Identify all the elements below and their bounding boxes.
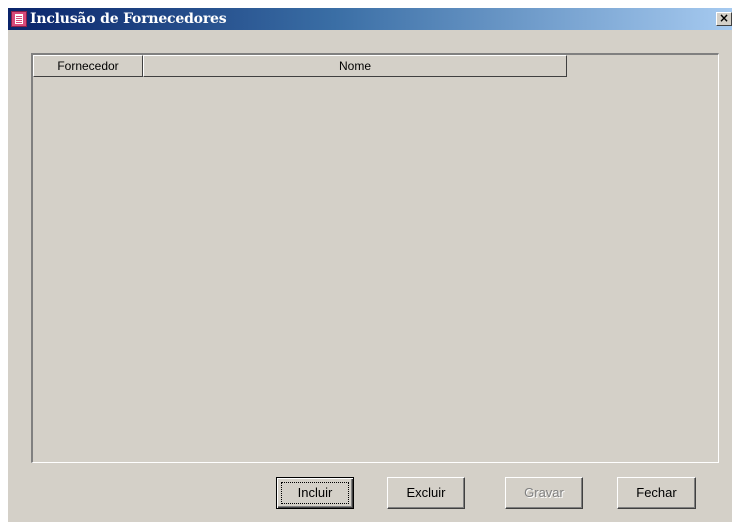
- close-button[interactable]: ×: [716, 12, 732, 26]
- fechar-button-label: Fechar: [636, 485, 677, 500]
- excluir-button[interactable]: Excluir: [387, 477, 465, 509]
- column-header-fornecedor[interactable]: Fornecedor: [33, 55, 143, 77]
- fechar-button[interactable]: Fechar: [617, 477, 696, 509]
- gravar-button[interactable]: Gravar: [505, 477, 583, 509]
- column-header-nome[interactable]: Nome: [143, 55, 567, 77]
- incluir-button[interactable]: Incluir: [276, 477, 354, 509]
- grid-header: Fornecedor Nome: [33, 55, 567, 77]
- fornecedores-grid[interactable]: Fornecedor Nome: [31, 53, 719, 463]
- title-bar[interactable]: Inclusão de Fornecedores ×: [8, 8, 732, 30]
- excluir-button-label: Excluir: [406, 485, 446, 500]
- gravar-button-label: Gravar: [524, 485, 564, 500]
- document-icon: [11, 11, 27, 27]
- close-icon: ×: [718, 11, 730, 25]
- window-title: Inclusão de Fornecedores: [30, 11, 227, 27]
- incluir-button-label: Incluir: [297, 485, 333, 500]
- dialog-window: Inclusão de Fornecedores × Fornecedor No…: [8, 8, 732, 522]
